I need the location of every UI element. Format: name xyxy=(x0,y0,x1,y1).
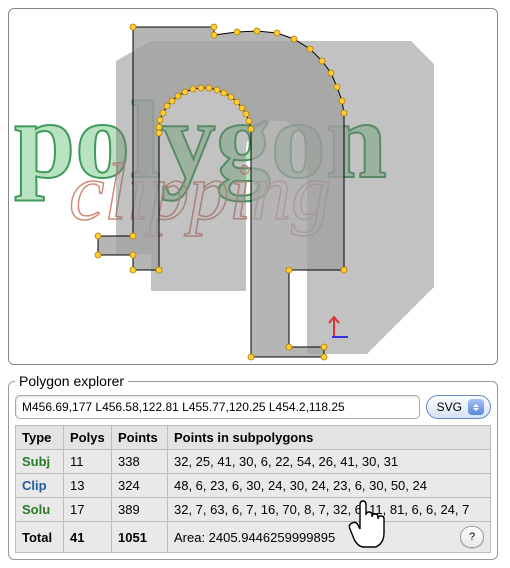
col-polys: Polys xyxy=(64,426,112,450)
row-sub: 32, 25, 41, 30, 6, 22, 54, 26, 41, 30, 3… xyxy=(168,450,491,474)
row-points: 389 xyxy=(112,498,168,522)
row-type: Subj xyxy=(16,450,64,474)
row-type: Clip xyxy=(16,474,64,498)
chevron-updown-icon xyxy=(468,399,484,415)
help-button[interactable]: ? xyxy=(460,526,484,548)
path-data-input[interactable] xyxy=(15,395,420,419)
col-sub: Points in subpolygons xyxy=(168,426,491,450)
panel-legend: Polygon explorer xyxy=(15,373,128,389)
row-points: 338 xyxy=(112,450,168,474)
table-row: Subj1133832, 25, 41, 30, 6, 22, 54, 26, … xyxy=(16,450,491,474)
polygon-explorer-panel: Polygon explorer SVG Type Polys Points P… xyxy=(8,373,498,560)
row-polys: 17 xyxy=(64,498,112,522)
total-label: Total xyxy=(16,522,64,553)
polygon-preview-canvas: polygon clipping xyxy=(8,8,498,365)
table-total-row: Total 41 1051 Area: 2405.9446259999895 ? xyxy=(16,522,491,553)
row-polys: 11 xyxy=(64,450,112,474)
area-value: Area: 2405.9446259999895 xyxy=(174,530,452,545)
row-points: 324 xyxy=(112,474,168,498)
stats-table: Type Polys Points Points in subpolygons … xyxy=(15,425,491,553)
table-row: Solu1738932, 7, 63, 6, 7, 16, 70, 8, 7, … xyxy=(16,498,491,522)
table-row: Clip1332448, 6, 23, 6, 30, 24, 30, 24, 2… xyxy=(16,474,491,498)
total-points: 1051 xyxy=(112,522,168,553)
area-cell: Area: 2405.9446259999895 ? xyxy=(168,522,491,553)
row-type: Solu xyxy=(16,498,64,522)
row-sub: 32, 7, 63, 6, 7, 16, 70, 8, 7, 32, 6, 11… xyxy=(168,498,491,522)
table-header-row: Type Polys Points Points in subpolygons xyxy=(16,426,491,450)
row-sub: 48, 6, 23, 6, 30, 24, 30, 24, 23, 6, 30,… xyxy=(168,474,491,498)
format-select[interactable]: SVG xyxy=(426,395,491,419)
format-select-label: SVG xyxy=(437,400,462,414)
row-polys: 13 xyxy=(64,474,112,498)
col-points: Points xyxy=(112,426,168,450)
col-type: Type xyxy=(16,426,64,450)
total-polys: 41 xyxy=(64,522,112,553)
